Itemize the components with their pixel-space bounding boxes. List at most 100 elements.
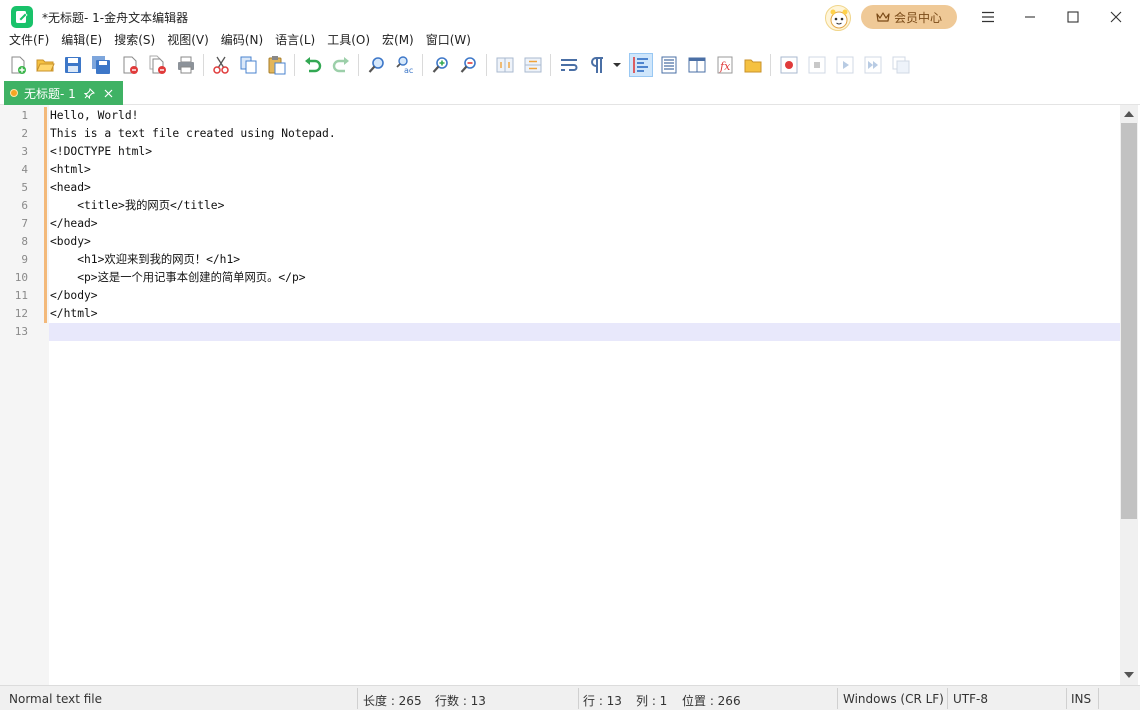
close-all-icon[interactable] [146, 53, 170, 77]
toolbar-separator [770, 54, 771, 76]
vip-center-button[interactable]: 会员中心 [861, 5, 957, 29]
cut-icon[interactable] [209, 53, 233, 77]
copy-icon[interactable] [237, 53, 261, 77]
insert-mode-status[interactable]: INS [1071, 692, 1091, 706]
run-macro-multiple-icon[interactable] [861, 53, 885, 77]
menu-edit[interactable]: 编辑(E) [56, 30, 107, 50]
file-type-status: Normal text file [9, 692, 103, 706]
document-map-icon[interactable] [657, 53, 681, 77]
length-status: 长度 : 265 [363, 694, 422, 708]
unsaved-dot-icon [10, 89, 18, 97]
toolbar-separator [203, 54, 204, 76]
line-number: 6 [21, 199, 28, 212]
indent-guide-icon[interactable] [629, 53, 653, 77]
close-file-icon[interactable] [118, 53, 142, 77]
document-tab[interactable]: 无标题- 1 [4, 81, 123, 105]
line-number-gutter: 1 2 3 4 5 6 7 8 9 10 11 12 13 [0, 105, 49, 685]
menu-language[interactable]: 语言(L) [270, 30, 320, 50]
code-line[interactable]: </head> [50, 215, 98, 233]
status-separator [837, 688, 838, 709]
svg-text:ac: ac [404, 66, 413, 75]
crown-icon [876, 12, 890, 22]
editor-area[interactable]: 1 2 3 4 5 6 7 8 9 10 11 12 13 Hello, Wor… [0, 105, 1140, 685]
toolbar-separator [422, 54, 423, 76]
menu-macro[interactable]: 宏(M) [377, 30, 419, 50]
new-file-icon[interactable] [6, 53, 30, 77]
code-line[interactable]: </html> [50, 305, 98, 323]
row-status: 行 : 13 [583, 694, 622, 708]
find-icon[interactable] [365, 53, 389, 77]
toolbar-separator [550, 54, 551, 76]
word-wrap-icon[interactable] [557, 53, 581, 77]
code-line[interactable]: <title>我的网页</title> [50, 197, 224, 215]
menu-encoding[interactable]: 编码(N) [216, 30, 268, 50]
code-line[interactable]: <head> [50, 179, 91, 197]
menu-search[interactable]: 搜索(S) [109, 30, 160, 50]
vertical-scrollbar[interactable] [1120, 105, 1138, 685]
paste-icon[interactable] [265, 53, 289, 77]
code-line[interactable]: Hello, World! [50, 107, 138, 125]
line-number: 1 [21, 109, 28, 122]
toolbar-separator [294, 54, 295, 76]
code-line[interactable]: <body> [50, 233, 91, 251]
show-all-chars-icon[interactable] [585, 53, 609, 77]
eol-status[interactable]: Windows (CR LF) [843, 692, 944, 706]
window-title: *无标题- 1-金舟文本编辑器 [42, 11, 189, 25]
scroll-up-icon[interactable] [1124, 111, 1134, 117]
pin-icon[interactable] [83, 87, 95, 99]
folder-workspace-icon[interactable] [741, 53, 765, 77]
tab-strip: 无标题- 1 [0, 80, 1140, 105]
status-separator [578, 688, 579, 709]
print-icon[interactable] [174, 53, 198, 77]
app-logo-icon [11, 6, 33, 28]
toolbar-separator [358, 54, 359, 76]
save-icon[interactable] [61, 53, 85, 77]
save-macro-icon[interactable] [889, 53, 913, 77]
dropdown-arrow-icon[interactable] [609, 53, 625, 77]
status-separator [1098, 688, 1099, 709]
line-count-status: 行数 : 13 [435, 694, 486, 708]
tab-title: 无标题- 1 [24, 86, 76, 101]
sync-vertical-icon[interactable] [493, 53, 517, 77]
stop-macro-icon[interactable] [805, 53, 829, 77]
code-line[interactable]: </body> [50, 287, 98, 305]
scrollbar-thumb[interactable] [1121, 123, 1137, 519]
menu-file[interactable]: 文件(F) [4, 30, 54, 50]
menu-window[interactable]: 窗口(W) [421, 30, 476, 50]
column-status: 列 : 1 [636, 694, 668, 708]
line-number: 3 [21, 145, 28, 158]
record-macro-icon[interactable] [777, 53, 801, 77]
code-line[interactable]: <!DOCTYPE html> [50, 143, 152, 161]
main-menu-icon[interactable] [974, 5, 1002, 29]
menu-tools[interactable]: 工具(O) [322, 30, 375, 50]
code-line[interactable]: <h1>欢迎来到我的网页！</h1> [50, 251, 240, 269]
code-line[interactable]: <html> [50, 161, 91, 179]
maximize-icon[interactable] [1059, 5, 1087, 29]
menu-view[interactable]: 视图(V) [162, 30, 214, 50]
code-line[interactable]: This is a text file created using Notepa… [50, 125, 336, 143]
close-tab-icon[interactable] [104, 89, 113, 98]
scroll-down-icon[interactable] [1124, 672, 1134, 678]
function-list-icon[interactable] [685, 53, 709, 77]
save-all-icon[interactable] [89, 53, 113, 77]
function-icon[interactable]: fx [713, 53, 737, 77]
play-macro-icon[interactable] [833, 53, 857, 77]
line-number: 7 [21, 217, 28, 230]
mascot-avatar-icon[interactable] [825, 5, 851, 31]
close-window-icon[interactable] [1102, 5, 1130, 29]
code-line[interactable]: <p>这是一个用记事本创建的简单网页。</p> [50, 269, 305, 287]
change-history-bar [44, 107, 47, 323]
open-file-icon[interactable] [33, 53, 57, 77]
title-bar: *无标题- 1-金舟文本编辑器 会员中心 [0, 0, 1140, 32]
encoding-status[interactable]: UTF-8 [953, 692, 988, 706]
zoom-out-icon[interactable] [457, 53, 481, 77]
redo-icon[interactable] [329, 53, 353, 77]
replace-icon[interactable]: ac [393, 53, 417, 77]
minimize-icon[interactable] [1016, 5, 1044, 29]
line-number: 11 [14, 289, 28, 302]
sync-horizontal-icon[interactable] [521, 53, 545, 77]
zoom-in-icon[interactable] [429, 53, 453, 77]
undo-icon[interactable] [301, 53, 325, 77]
line-number: 8 [21, 235, 28, 248]
toolbar-separator [486, 54, 487, 76]
